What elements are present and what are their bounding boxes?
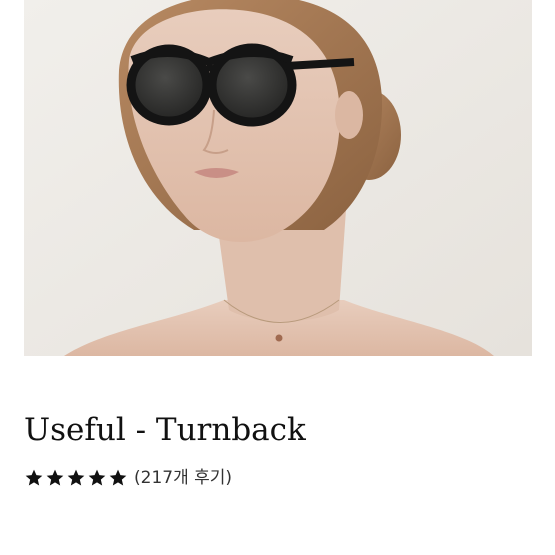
star-icon: [66, 468, 86, 488]
model-wearing-sunglasses-photo: [24, 0, 532, 356]
star-icon: [87, 468, 107, 488]
truncated-text-fragment: [24, 549, 324, 555]
product-page: Useful - Turnback (217개 후기): [0, 0, 555, 555]
star-icon: [45, 468, 65, 488]
rating-row[interactable]: (217개 후기): [24, 466, 232, 490]
review-count-link[interactable]: (217개 후기): [134, 467, 232, 489]
product-title: Useful - Turnback: [24, 412, 306, 448]
star-icon: [24, 468, 44, 488]
star-icon: [108, 468, 128, 488]
star-rating: [24, 468, 128, 488]
product-photo[interactable]: [24, 0, 532, 356]
